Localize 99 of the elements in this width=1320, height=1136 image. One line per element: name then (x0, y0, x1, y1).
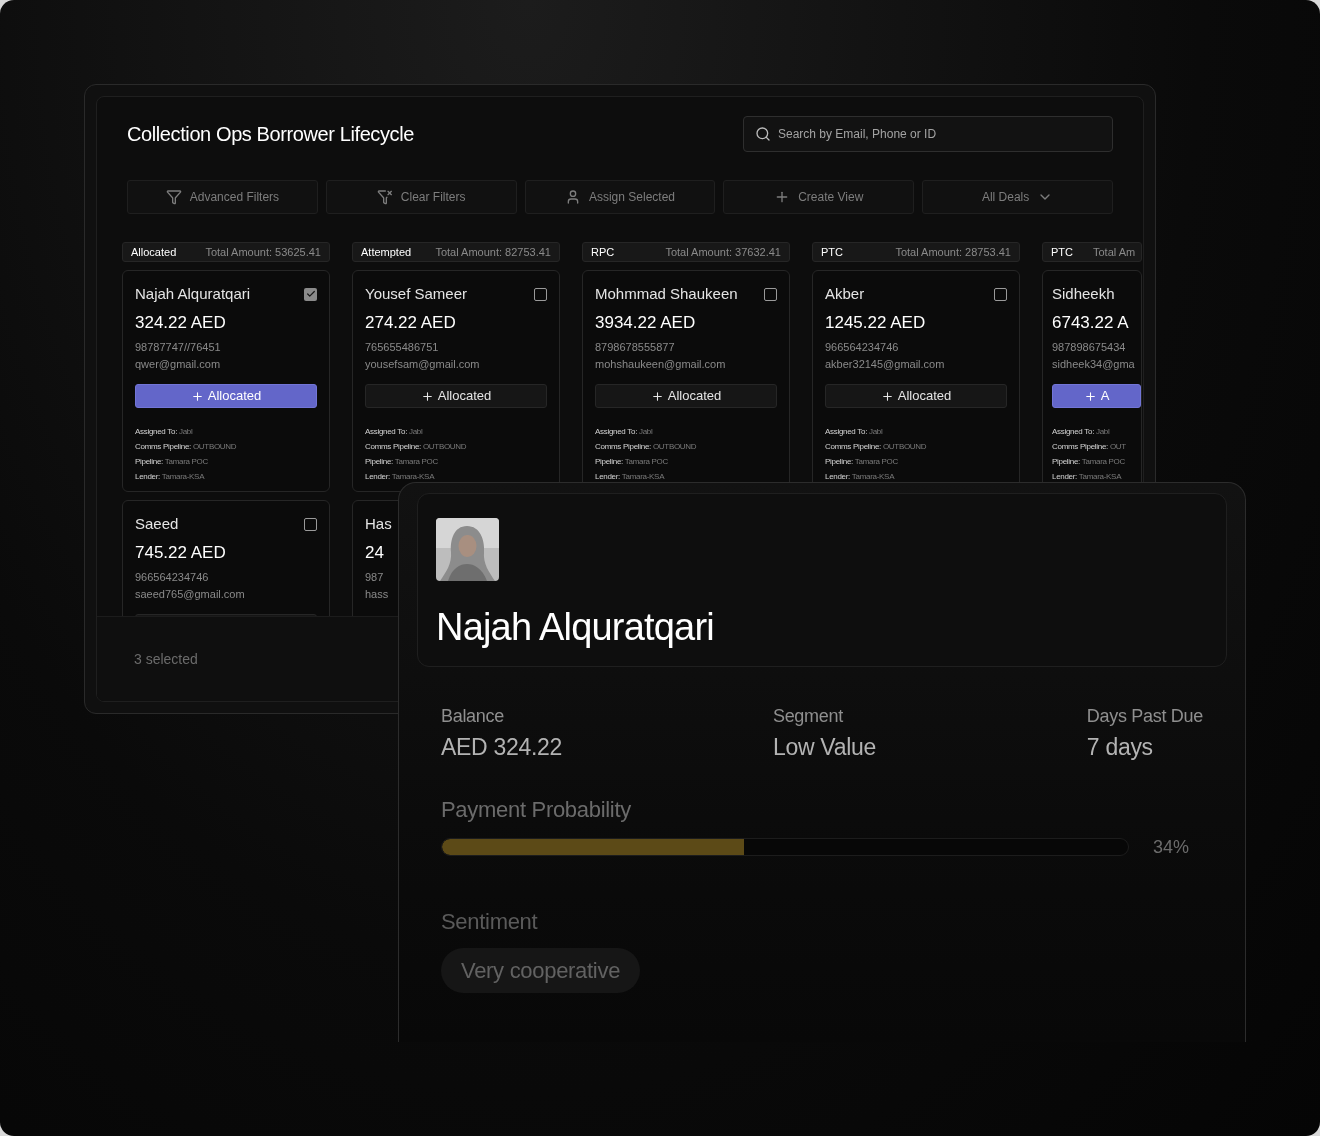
total-amount: Total Amount: 53625.41 (205, 244, 321, 260)
check-icon (305, 289, 316, 300)
stat-value: AED 324.22 (441, 733, 563, 762)
plus-icon (650, 389, 664, 403)
detail-line: Pipeline: Tamara POC (135, 456, 210, 468)
detail-line: Lender: Tamara-KSA (135, 471, 206, 483)
detail-line: Assigned To: Jabl (1052, 426, 1111, 438)
toolbar-button[interactable]: Assign Selected (524, 180, 716, 214)
email-address: sidheek34@gma (1052, 356, 1136, 372)
selection-count: 3 selected (134, 649, 198, 669)
probability-label: Payment Probability (441, 795, 632, 824)
email-address: saeed765@gmail.com (135, 586, 246, 602)
filter-clear-icon (376, 189, 393, 205)
search-icon (755, 126, 771, 142)
detail-line: Assigned To: Jabl (595, 426, 654, 438)
borrower-card[interactable]: Saeed 745.22 AED 966564234746 saeed765@gmail.com (122, 500, 330, 616)
detail-line: Lender: Tamara-KSA (1052, 471, 1123, 483)
email-address: qwer@gmail.com (135, 356, 222, 372)
toolbar-button[interactable]: Advanced Filters (127, 180, 318, 214)
select-checkbox[interactable] (764, 287, 777, 301)
allocate-button[interactable]: A (1052, 384, 1141, 408)
stage-name: RPC (591, 244, 615, 260)
phone-number: 765655486751 (365, 340, 440, 355)
allocate-button[interactable]: Allocated (135, 384, 317, 408)
sentiment-tag: Very cooperative (441, 947, 641, 993)
total-amount: Total Amount: 82753.41 (435, 244, 551, 260)
total-amount: Total Amount: 37632.41 (665, 244, 781, 260)
borrower-name: Yousef Sameer (365, 284, 467, 304)
stat-value: Low Value (772, 733, 876, 762)
plus-icon (420, 389, 434, 403)
detail-line: Lender: Tamara-KSA (595, 471, 666, 483)
detail-line: Assigned To: Jabl (135, 426, 194, 438)
total-amount: Total Amount: 28753.41 (895, 244, 1011, 260)
borrower-name-heading: Najah Alquratqari (436, 605, 715, 650)
search-field[interactable]: Search by Email, Phone or ID (743, 116, 1113, 152)
detail-line: Pipeline: Tamara POC (595, 456, 670, 468)
detail-line: Lender: Tamara-KSA (825, 471, 896, 483)
sentiment-label: Sentiment (441, 907, 539, 936)
phone-number: 98787747//76451 (135, 340, 222, 355)
phone-number: 8798678555877 (595, 340, 676, 355)
phone-number: 966564234746 (825, 340, 900, 355)
amount: 745.22 AED (135, 541, 227, 564)
stat-label: Segment (772, 705, 844, 728)
borrower-name: Najah Alquratqari (135, 284, 251, 304)
deals-dropdown[interactable]: All Deals (922, 180, 1113, 214)
amount: 274.22 AED (365, 311, 457, 334)
stat-label: Days Past Due (1086, 705, 1203, 728)
select-checkbox[interactable] (994, 287, 1007, 301)
borrower-name: Akber (825, 284, 865, 304)
borrower-name: Saeed (135, 514, 179, 534)
amount: 1245.22 AED (825, 311, 927, 334)
detail-line: Comms Pipeline: OUT (1052, 441, 1127, 453)
amount: 324.22 AED (135, 311, 227, 334)
email-address: yousefsam@gmail.com (365, 356, 481, 372)
filter-icon (165, 189, 182, 205)
borrower-name: Has (365, 514, 392, 534)
total-amount: Total Am (1093, 244, 1136, 260)
borrower-name: Mohmmad Shaukeen (595, 284, 738, 304)
allocate-button[interactable]: Allocated (595, 384, 777, 408)
borrower-card[interactable]: Najah Alquratqari 324.22 AED 98787747//76451 qwer@gmail.com Allocated Assigned To: Jabl Comms Pipeline: OUTBOUND Pipeline: Tamara POC Lender: Tamara-KSA (122, 270, 330, 492)
detail-line: Comms Pipeline: OUTBOUND (825, 441, 928, 453)
select-checkbox[interactable] (304, 287, 317, 301)
detail-line: Pipeline: Tamara POC (365, 456, 440, 468)
toolbar-button[interactable]: Clear Filters (325, 180, 517, 214)
detail-line: Comms Pipeline: OUTBOUND (135, 441, 238, 453)
select-checkbox[interactable] (534, 287, 547, 301)
detail-line: Assigned To: Jabl (365, 426, 424, 438)
amount: 3934.22 AED (595, 311, 697, 334)
allocate-button[interactable]: Allocated (365, 384, 547, 408)
phone-number: 987 (365, 570, 385, 585)
stage-name: PTC (1051, 244, 1073, 260)
stage-name: PTC (821, 244, 843, 260)
probability-reading: 34% (1153, 835, 1190, 859)
borrower-card[interactable]: Yousef Sameer 274.22 AED 765655486751 yousefsam@gmail.com Allocated Assigned To: Jabl Comms Pipeline: OUTBOUND Pipeline: Tamara POC Lender: Tamara-KSA (352, 270, 560, 492)
detail-line: Pipeline: Tamara POC (1052, 456, 1127, 468)
phone-number: 966564234746 (135, 570, 210, 585)
page-title: Collection Ops Borrower Lifecycle (127, 122, 414, 147)
plus-icon (1083, 389, 1097, 403)
detail-line: Comms Pipeline: OUTBOUND (595, 441, 698, 453)
select-checkbox[interactable] (304, 517, 317, 531)
detail-line: Pipeline: Tamara POC (825, 456, 900, 468)
email-address: akber32145@gmail.com (825, 356, 946, 372)
plus-icon (880, 389, 894, 403)
stat-value: 7 days (1086, 733, 1154, 762)
plus-icon (190, 389, 204, 403)
stat-label: Balance (441, 705, 505, 728)
borrower-name: Sidheekh (1052, 284, 1115, 304)
email-address: hass (365, 586, 390, 602)
toolbar-button[interactable]: Create View (723, 180, 915, 214)
detail-line: Assigned To: Jabl (825, 426, 884, 438)
detail-line: Comms Pipeline: OUTBOUND (365, 441, 468, 453)
stage-name: Allocated (131, 244, 177, 260)
stage-name: Attempted (361, 244, 412, 260)
allocate-button[interactable]: Allocated (825, 384, 1007, 408)
amount: 24 (365, 541, 385, 564)
detail-line: Lender: Tamara-KSA (365, 471, 436, 483)
amount: 6743.22 A (1052, 311, 1130, 334)
phone-number: 987898675434 (1052, 340, 1127, 355)
email-address: mohshaukeen@gmail.com (595, 356, 727, 372)
